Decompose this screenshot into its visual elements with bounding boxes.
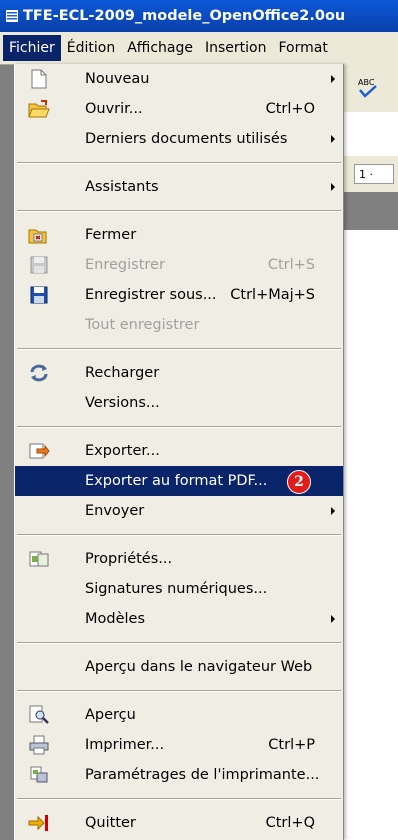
svg-text:ABC: ABC	[358, 78, 375, 87]
menu-item-quitter[interactable]: Quitter Ctrl+Q	[15, 808, 343, 838]
menu-item-apercu[interactable]: Aperçu	[15, 700, 343, 730]
menu-item-recharger[interactable]: Recharger	[15, 358, 343, 388]
menu-separator	[17, 348, 341, 350]
printer-icon	[29, 735, 49, 755]
menu-item-label: Fermer	[85, 227, 137, 243]
menu-item-label: Signatures numériques...	[85, 581, 268, 597]
menu-item-label: Enregistrer sous...	[85, 287, 217, 303]
menu-affichage[interactable]: Affichage	[121, 35, 199, 61]
menu-insertion[interactable]: Insertion	[199, 35, 272, 61]
menubar: Fichier Édition Affichage Insertion Form…	[0, 32, 398, 65]
menu-item-shortcut: Ctrl+S	[267, 257, 315, 273]
menu-separator	[17, 210, 341, 212]
document-strip	[342, 112, 398, 157]
toolbar: ABC	[342, 64, 398, 113]
menu-item-label: Propriétés...	[85, 551, 173, 567]
fichier-dropdown-menu: Nouveau Ouvrir... Ctrl+O Derniers docume…	[14, 64, 344, 840]
menu-separator	[17, 642, 341, 644]
menu-item-label: Tout enregistrer	[85, 317, 200, 333]
menu-item-label: Assistants	[85, 179, 159, 195]
menu-item-ouvrir[interactable]: Ouvrir... Ctrl+O	[15, 94, 343, 124]
menu-item-label: Versions...	[85, 395, 160, 411]
menu-item-label: Enregistrer	[85, 257, 165, 273]
menu-separator	[17, 534, 341, 536]
export-icon	[29, 443, 50, 459]
menu-item-exporter[interactable]: Exporter...	[15, 436, 343, 466]
menu-item-label: Imprimer...	[85, 737, 165, 753]
menu-item-imprimer[interactable]: Imprimer... Ctrl+P	[15, 730, 343, 760]
menu-item-label: Envoyer	[85, 503, 145, 519]
exit-icon	[28, 815, 48, 831]
menu-item-shortcut: Ctrl+Maj+S	[230, 287, 315, 303]
menu-item-label: Aperçu	[85, 707, 136, 723]
menu-item-envoyer[interactable]: Envoyer	[15, 496, 343, 526]
menu-separator	[17, 798, 341, 800]
spellcheck-icon[interactable]: ABC	[356, 76, 382, 100]
menu-item-label: Nouveau	[85, 71, 150, 87]
submenu-arrow-icon	[331, 183, 335, 191]
save-as-icon	[30, 286, 48, 304]
menu-item-proprietes[interactable]: Propriétés...	[15, 544, 343, 574]
page-preview-icon	[29, 705, 49, 724]
menu-item-label: Aperçu dans le navigateur Web	[85, 659, 313, 675]
menu-item-modeles[interactable]: Modèles	[15, 604, 343, 634]
menu-item-label: Paramétrages de l'imprimante...	[85, 767, 320, 783]
step-badge: 2	[287, 470, 311, 494]
menu-item-signatures[interactable]: Signatures numériques...	[15, 574, 343, 604]
ruler-tick: 1 ·	[354, 164, 394, 184]
menu-item-label: Modèles	[85, 611, 146, 627]
reload-icon	[30, 364, 48, 382]
menu-item-tout-enregistrer[interactable]: Tout enregistrer	[15, 310, 343, 340]
menu-item-enregistrer-sous[interactable]: Enregistrer sous... Ctrl+Maj+S	[15, 280, 343, 310]
properties-icon	[29, 551, 49, 567]
menu-edition[interactable]: Édition	[61, 35, 121, 61]
menu-item-label: Quitter	[85, 815, 136, 831]
close-document-icon	[28, 229, 47, 244]
submenu-arrow-icon	[331, 507, 335, 515]
menu-separator	[17, 162, 341, 164]
menu-item-enregistrer[interactable]: Enregistrer Ctrl+S	[15, 250, 343, 280]
open-folder-icon	[28, 100, 50, 118]
new-document-icon	[31, 69, 47, 89]
menu-item-fermer[interactable]: Fermer	[15, 220, 343, 250]
menu-item-derniers-documents[interactable]: Derniers documents utilisés	[15, 124, 343, 154]
submenu-arrow-icon	[331, 615, 335, 623]
menu-item-parametrages-imprimante[interactable]: Paramétrages de l'imprimante...	[15, 760, 343, 790]
menu-item-shortcut: Ctrl+O	[265, 101, 315, 117]
ruler: 1 ·	[342, 156, 398, 192]
menu-fichier[interactable]: Fichier	[3, 35, 61, 61]
menu-item-apercu-web[interactable]: Aperçu dans le navigateur Web	[15, 652, 343, 682]
openoffice-app-icon	[6, 10, 18, 22]
menu-item-label: Exporter...	[85, 443, 160, 459]
save-icon	[30, 256, 48, 274]
menu-separator	[17, 426, 341, 428]
window-title: TFE-ECL-2009_modele_OpenOffice2.0ou	[23, 8, 346, 24]
menu-item-shortcut: Ctrl+Q	[265, 815, 315, 831]
menu-item-assistants[interactable]: Assistants	[15, 172, 343, 202]
printer-settings-icon	[30, 766, 48, 783]
menu-item-label: Ouvrir...	[85, 101, 143, 117]
submenu-arrow-icon	[331, 75, 335, 83]
menu-separator	[17, 690, 341, 692]
submenu-arrow-icon	[331, 135, 335, 143]
menu-item-label: Recharger	[85, 365, 160, 381]
window-titlebar[interactable]: TFE-ECL-2009_modele_OpenOffice2.0ou	[0, 0, 398, 32]
menu-item-nouveau[interactable]: Nouveau	[15, 64, 343, 94]
menu-item-shortcut: Ctrl+P	[268, 737, 315, 753]
menu-item-label: Derniers documents utilisés	[85, 131, 288, 147]
menu-format[interactable]: Format	[272, 35, 333, 61]
document-page[interactable]	[342, 230, 398, 840]
menu-item-exporter-pdf[interactable]: Exporter au format PDF... 2	[15, 466, 343, 496]
menu-item-versions[interactable]: Versions...	[15, 388, 343, 418]
